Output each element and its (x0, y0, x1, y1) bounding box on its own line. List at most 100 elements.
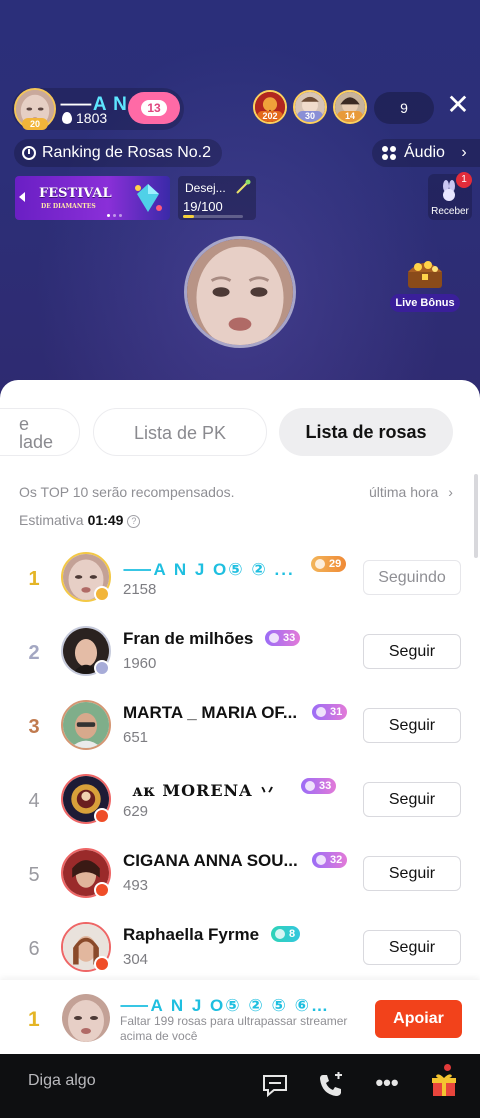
rose-score: 651 (123, 729, 149, 746)
carousel-dots (107, 214, 122, 217)
follow-button[interactable]: Seguir (363, 856, 461, 891)
user-name: ᴀᴋ MORENA 丷 (132, 781, 277, 800)
user-name: MARTA _ MARIA OF... (123, 703, 298, 722)
ranking-row[interactable]: 3 MARTA _ MARIA OF... 31 651 Seguir (0, 694, 480, 764)
bottom-bar: Diga algo ••• (0, 1054, 480, 1118)
ranking-row[interactable]: 4 ᴀᴋ MORENA 丷 33 629 Seguir (0, 768, 480, 838)
user-name: Raphaella Fyrme (123, 925, 260, 944)
live-badge-icon (94, 956, 110, 972)
my-name: ⸺A N J O⑤ ② ⑤ ⑥⸺🙏... (120, 996, 350, 1015)
estimate-row: Estimativa 01:49? (19, 512, 141, 528)
chevron-right-icon: › (461, 144, 467, 161)
wish-list-card[interactable]: Desej... 19/100 (178, 176, 256, 220)
rank-number: 1 (28, 568, 40, 590)
apps-icon (382, 146, 396, 160)
live-badge-icon (94, 660, 110, 676)
tab-partial[interactable]: e lade (0, 408, 80, 456)
live-badge-icon (94, 586, 110, 602)
level-badge: 33 (301, 778, 337, 794)
diamond-trophy-icon (135, 184, 162, 212)
level-badge: 31 (312, 704, 348, 720)
tab-pk-list[interactable]: Lista de PK (93, 408, 267, 456)
ranking-row[interactable]: 1 ⸺A N J O⑤ ② ... 29 2158 Seguindo (0, 546, 480, 616)
viewer-level: 30 (297, 111, 323, 122)
my-rank-number: 1 (28, 1008, 40, 1031)
clock-icon (22, 146, 36, 160)
viewer-avatar[interactable]: 202 (253, 90, 287, 124)
estimate-time: 01:49 (87, 512, 124, 528)
rank-number: 6 (28, 938, 40, 960)
ranking-row[interactable]: 5 CIGANA ANNA SOU... 32 493 Seguir (0, 842, 480, 912)
chat-icon[interactable] (260, 1070, 290, 1100)
level-badge: 32 (312, 852, 348, 868)
follow-button[interactable]: Seguir (363, 930, 461, 965)
rose-score: 493 (123, 877, 149, 894)
wish-label: Desej... (185, 181, 226, 195)
live-badge-icon (94, 808, 110, 824)
rank-number: 3 (28, 716, 40, 738)
follow-count: 13 (141, 100, 167, 116)
rose-score: 304 (123, 951, 149, 968)
rose-ranking-sheet: e lade Lista de PK Lista de rosas Os TOP… (0, 380, 480, 1054)
tab-rose-list[interactable]: Lista de rosas (279, 408, 453, 456)
rose-score: 629 (123, 803, 149, 820)
rank-number: 2 (28, 642, 40, 664)
help-icon[interactable]: ? (127, 515, 141, 528)
rose-ranking-chip[interactable]: Ranking de Rosas No.2 (14, 139, 222, 167)
call-icon[interactable] (316, 1070, 346, 1100)
more-icon[interactable]: ••• (372, 1070, 402, 1100)
user-name: CIGANA ANNA SOU... (123, 851, 298, 870)
following-button[interactable]: Seguindo (363, 560, 461, 595)
festival-subtitle: DE DIAMANTES (41, 203, 96, 210)
streamer-avatar[interactable] (184, 236, 296, 348)
rose-score: 2158 (123, 581, 157, 598)
follow-heart-button[interactable]: 13 (128, 92, 180, 124)
flame-icon (62, 112, 72, 124)
avatar[interactable] (61, 700, 111, 750)
viewer-level: 14 (337, 111, 363, 122)
my-avatar[interactable] (62, 994, 110, 1042)
host-score: 1803 (62, 110, 107, 126)
audio-chip[interactable]: Áudio › (372, 139, 480, 167)
viewer-count[interactable]: 9 (374, 92, 434, 124)
level-badge: 8 (271, 926, 301, 942)
my-rank-bar: 1 ⸺A N J O⑤ ② ⑤ ⑥⸺🙏... Faltar 199 rosas … (0, 980, 480, 1054)
wish-progress-bar (183, 215, 243, 218)
ranking-row[interactable]: 6 Raphaella Fyrme 8 304 Seguir (0, 916, 480, 986)
gift-icon[interactable] (429, 1070, 459, 1100)
live-bonus-label: Live Bônus (390, 294, 460, 312)
last-hour-link[interactable]: última hora › (369, 484, 453, 500)
receive-gift-button[interactable]: 1 Receber (428, 172, 472, 220)
ranking-row[interactable]: 2 Fran de milhões 33 1960 Seguir (0, 620, 480, 690)
comment-input[interactable]: Diga algo (28, 1072, 96, 1090)
festival-banner[interactable]: FESTIVAL DE DIAMANTES (15, 176, 170, 220)
level-badge: 29 (311, 556, 347, 572)
level-badge: 33 (265, 630, 301, 646)
wish-progress-text: 19/100 (183, 199, 223, 214)
live-bonus-button[interactable]: Live Bônus (390, 252, 460, 312)
festival-title: FESTIVAL (39, 186, 112, 201)
user-name: Fran de milhões (123, 629, 254, 648)
support-button[interactable]: Apoiar (375, 1000, 462, 1038)
rank-number: 4 (28, 790, 40, 812)
close-icon[interactable]: ✕ (444, 90, 472, 122)
follow-button[interactable]: Seguir (363, 634, 461, 669)
rank-number: 5 (28, 864, 40, 886)
receive-label: Receber (431, 206, 469, 217)
live-badge-icon (94, 882, 110, 898)
chevron-right-icon: › (448, 484, 453, 500)
follow-button[interactable]: Seguir (363, 708, 461, 743)
viewer-avatar[interactable]: 14 (333, 90, 367, 124)
wand-icon (236, 179, 251, 194)
rank-hint: Faltar 199 rosas para ultrapassar stream… (120, 1014, 348, 1043)
reward-note: Os TOP 10 serão recompensados. (19, 484, 235, 500)
treasure-chest-icon (408, 261, 442, 288)
viewer-avatar[interactable]: 30 (293, 90, 327, 124)
chevron-left-icon (19, 192, 25, 202)
notification-dot (444, 1064, 451, 1071)
host-level-badge: 20 (22, 118, 48, 130)
follow-button[interactable]: Seguir (363, 782, 461, 817)
viewer-level: 202 (257, 111, 283, 122)
rose-score: 1960 (123, 655, 157, 672)
user-name: ⸺A N J O⑤ ② ... (123, 560, 295, 579)
